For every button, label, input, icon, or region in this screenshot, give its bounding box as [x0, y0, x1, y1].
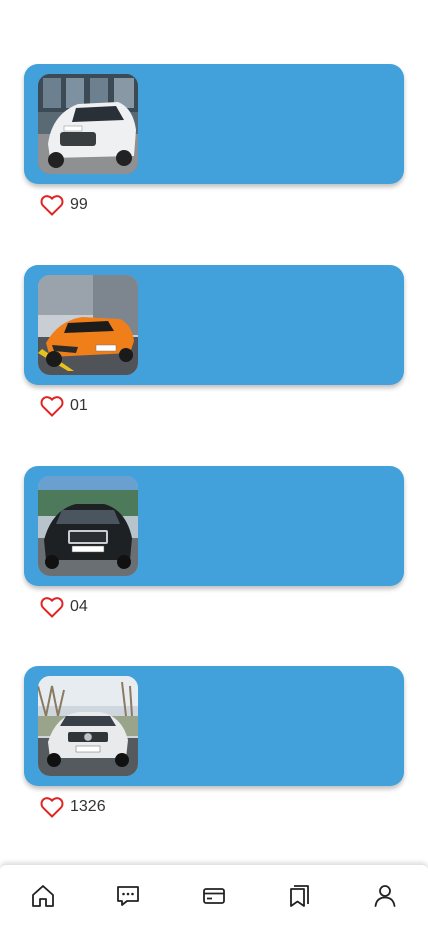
like-row: 1326	[40, 796, 106, 818]
post-item[interactable]: 01	[24, 265, 404, 417]
tab-chat[interactable]	[108, 876, 148, 916]
like-count: 1326	[70, 798, 106, 815]
bottom-tab-bar	[0, 864, 428, 926]
like-count: 99	[70, 196, 88, 213]
like-row: 04	[40, 596, 88, 618]
tab-card[interactable]	[194, 876, 234, 916]
like-row: 99	[40, 194, 88, 216]
car-photo[interactable]	[38, 676, 138, 776]
car-photo[interactable]	[38, 275, 138, 375]
tab-bookmarks[interactable]	[280, 876, 320, 916]
like-row: 01	[40, 395, 88, 417]
chat-icon	[117, 885, 140, 906]
like-count: 01	[70, 397, 88, 414]
heart-icon[interactable]	[40, 796, 64, 818]
post-item[interactable]: 04	[24, 466, 404, 618]
car-photo[interactable]	[38, 476, 138, 576]
post-item[interactable]: 1326	[24, 666, 404, 818]
car-photo[interactable]	[38, 74, 138, 174]
home-icon	[31, 884, 54, 907]
heart-icon[interactable]	[40, 194, 64, 216]
post-item[interactable]: 99	[24, 64, 404, 216]
tab-home[interactable]	[23, 876, 63, 916]
post-card[interactable]	[24, 265, 404, 385]
bookmarks-icon	[289, 884, 309, 907]
post-card[interactable]	[24, 466, 404, 586]
tab-profile[interactable]	[365, 876, 405, 916]
post-card[interactable]	[24, 666, 404, 786]
heart-icon[interactable]	[40, 596, 64, 618]
heart-icon[interactable]	[40, 395, 64, 417]
profile-icon	[374, 884, 396, 907]
card-icon	[203, 887, 225, 904]
like-count: 04	[70, 598, 88, 615]
post-card[interactable]	[24, 64, 404, 184]
